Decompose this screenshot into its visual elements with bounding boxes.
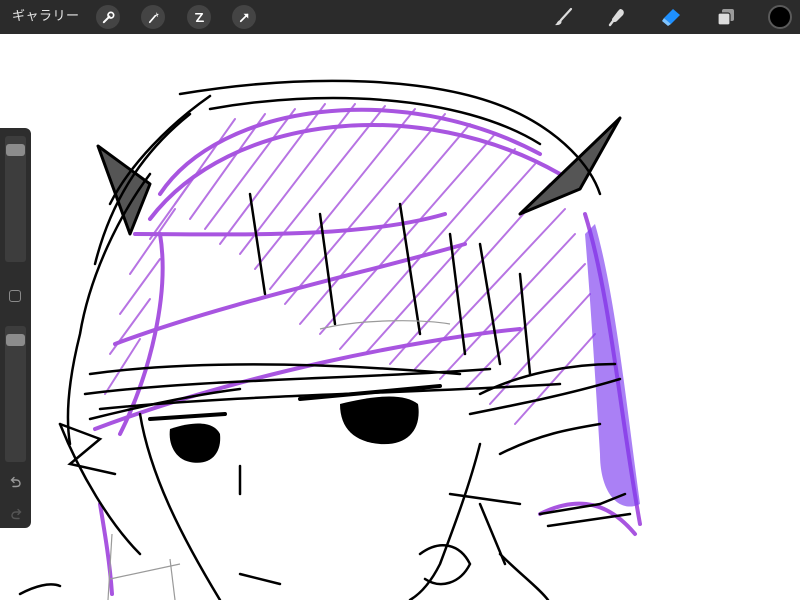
brush-size-thumb[interactable] xyxy=(6,143,25,156)
left-sidebar xyxy=(0,128,31,528)
undo-button[interactable] xyxy=(6,474,25,490)
magic-wand-icon xyxy=(148,11,159,23)
opacity-slider[interactable] xyxy=(5,326,26,462)
transform-button[interactable] xyxy=(232,5,256,29)
smudge-icon xyxy=(608,9,624,27)
selection-button[interactable] xyxy=(187,5,211,29)
layers-button[interactable] xyxy=(713,4,739,30)
adjustments-button[interactable] xyxy=(141,5,165,29)
redo-button[interactable] xyxy=(6,506,25,522)
eraser-tool-button[interactable] xyxy=(658,4,684,30)
smudge-tool-button[interactable] xyxy=(604,4,630,30)
wrench-icon xyxy=(102,11,114,23)
color-picker-button[interactable] xyxy=(768,5,792,29)
drawing-canvas[interactable] xyxy=(0,34,800,600)
brush-icon xyxy=(555,7,573,26)
sketch-artwork xyxy=(18,79,642,600)
layers-icon xyxy=(717,9,734,26)
opacity-thumb[interactable] xyxy=(6,334,25,346)
gallery-button[interactable]: ギャラリー xyxy=(12,0,80,34)
transform-arrow-icon xyxy=(239,13,248,22)
brush-tool-button[interactable] xyxy=(550,4,576,30)
modify-square-icon[interactable] xyxy=(9,290,21,302)
selection-icon xyxy=(194,12,204,22)
redo-icon xyxy=(10,508,21,520)
top-toolbar: ギャラリー xyxy=(0,0,800,34)
faint-lines xyxy=(107,320,451,600)
eraser-icon xyxy=(662,9,680,26)
brush-size-slider[interactable] xyxy=(5,136,26,262)
undo-icon xyxy=(10,476,21,488)
actions-button[interactable] xyxy=(96,5,120,29)
